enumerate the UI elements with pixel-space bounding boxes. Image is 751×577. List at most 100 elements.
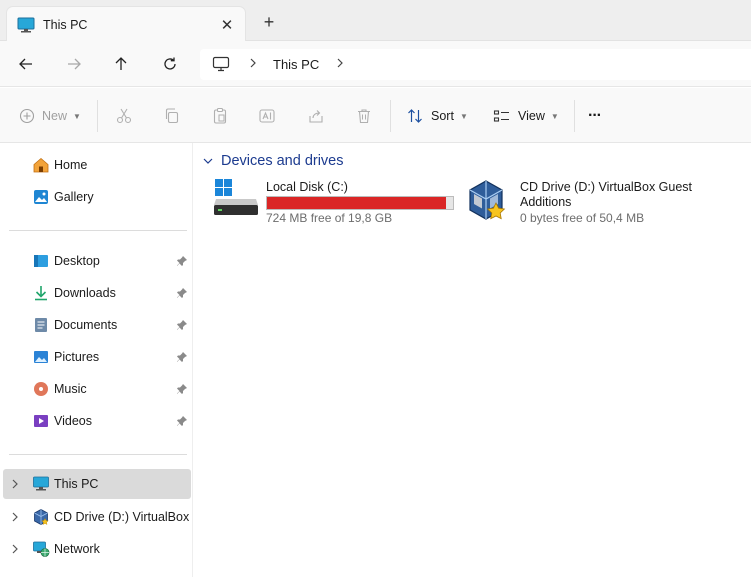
divider [390, 100, 391, 132]
divider [97, 100, 98, 132]
up-button[interactable] [108, 51, 134, 77]
up-arrow-icon [115, 57, 127, 70]
drive-usage-bar [266, 196, 454, 210]
sidebar-item-label: This PC [54, 477, 99, 491]
rename-icon [259, 109, 275, 123]
chevron-right-icon[interactable] [9, 478, 21, 490]
sidebar-item-pictures[interactable]: Pictures [0, 342, 193, 372]
sidebar-item-network[interactable]: Network [0, 534, 193, 564]
breadcrumb-chevron-icon[interactable] [335, 57, 345, 72]
virtualbox-cd-icon [469, 180, 506, 220]
pin-icon[interactable] [176, 287, 188, 299]
back-arrow-icon [19, 58, 32, 70]
drive-name-line-2: Additions [520, 195, 572, 209]
tab-title: This PC [43, 18, 88, 32]
tab-this-pc[interactable]: This PC ✕ [6, 6, 246, 41]
sidebar-item-this-pc[interactable]: This PC [3, 469, 191, 499]
sidebar-item-label: Pictures [54, 350, 100, 364]
copy-button[interactable] [163, 104, 181, 128]
forward-button[interactable] [61, 51, 87, 77]
sidebar-item-videos[interactable]: Videos [0, 406, 193, 436]
sort-label: Sort [431, 109, 454, 123]
clipboard-icon [213, 107, 227, 124]
navigation-pane: Home Gallery Desktop Downloads Documents [0, 143, 193, 577]
sidebar-item-label: Home [54, 158, 88, 172]
drive-free-space: 0 bytes free of 50,4 MB [520, 211, 645, 225]
sidebar-item-documents[interactable]: Documents [0, 310, 193, 340]
tab-close-icon[interactable]: ✕ [216, 14, 238, 36]
more-options-button[interactable]: ··· [588, 104, 602, 128]
delete-button[interactable] [355, 104, 373, 128]
paste-button[interactable] [211, 104, 229, 128]
pin-icon[interactable] [176, 415, 188, 427]
back-button[interactable] [13, 51, 39, 77]
sidebar-item-label: CD Drive (D:) VirtualBox Guest Additions [54, 510, 189, 524]
refresh-button[interactable] [157, 51, 183, 77]
view-list-icon [493, 110, 509, 122]
pin-icon[interactable] [176, 351, 188, 363]
sidebar-item-label: Network [54, 542, 100, 556]
desktop-icon [34, 255, 48, 267]
home-icon [33, 157, 49, 173]
computer-icon [212, 56, 230, 72]
sort-icon [408, 109, 422, 123]
sidebar-item-label: Videos [54, 414, 92, 428]
network-icon [33, 541, 50, 557]
cut-button[interactable] [115, 104, 133, 128]
chevron-down-icon: ▼ [550, 111, 559, 121]
gallery-icon [34, 190, 48, 204]
tab-strip: This PC ✕ + [0, 0, 751, 41]
scissors-icon [116, 108, 132, 124]
sort-button[interactable]: Sort ▼ [406, 104, 468, 128]
breadcrumb-chevron-icon[interactable] [248, 57, 258, 72]
command-bar: New ▼ Sort ▼ View ▼ ··· [0, 88, 751, 143]
downloads-icon [35, 286, 47, 301]
navigation-bar: This PC [0, 41, 751, 87]
copy-icon [165, 108, 179, 124]
chevron-right-icon[interactable] [9, 543, 21, 555]
pin-icon[interactable] [176, 383, 188, 395]
chevron-down-icon: ▼ [73, 111, 81, 121]
refresh-icon [164, 57, 176, 70]
drive-name: Local Disk (C:) [266, 180, 348, 194]
view-label: View [518, 109, 545, 123]
sidebar-item-label: Desktop [54, 254, 100, 268]
sidebar-item-label: Gallery [54, 190, 94, 204]
sidebar-item-home[interactable]: Home [0, 150, 193, 180]
drive-usage-fill [267, 197, 447, 209]
sidebar-item-cd-drive[interactable]: CD Drive (D:) VirtualBox Guest Additions [0, 502, 193, 532]
pin-icon[interactable] [176, 319, 188, 331]
sidebar-item-desktop[interactable]: Desktop [0, 246, 193, 276]
drive-free-space: 724 MB free of 19,8 GB [266, 211, 393, 225]
rename-button[interactable] [258, 104, 276, 128]
pin-icon[interactable] [176, 255, 188, 267]
sidebar-item-label: Music [54, 382, 87, 396]
view-button[interactable]: View ▼ [493, 104, 559, 128]
divider [574, 100, 575, 132]
new-button[interactable]: New ▼ [19, 104, 81, 128]
this-pc-icon [33, 476, 49, 491]
pictures-icon [34, 351, 48, 363]
new-label: New [42, 109, 68, 123]
new-tab-button[interactable]: + [259, 12, 279, 32]
drive-tile-cd-drive[interactable]: CD Drive (D:) VirtualBox Guest Additions… [464, 143, 751, 243]
chevron-right-icon[interactable] [9, 511, 21, 523]
chevron-down-icon: ▼ [459, 111, 468, 121]
share-icon [309, 110, 323, 123]
music-icon [34, 382, 48, 396]
sidebar-item-gallery[interactable]: Gallery [0, 182, 193, 212]
sidebar-item-label: Documents [54, 318, 118, 332]
sidebar-item-downloads[interactable]: Downloads [0, 278, 193, 308]
share-button[interactable] [307, 104, 325, 128]
videos-icon [34, 415, 48, 427]
drive-tile-local-disk[interactable]: Local Disk (C:) 724 MB free of 19,8 GB [194, 143, 464, 243]
hard-drive-icon [214, 179, 258, 215]
plus-circle-icon [19, 108, 35, 124]
breadcrumb-this-pc[interactable]: This PC [273, 57, 319, 72]
sidebar-item-music[interactable]: Music [0, 374, 193, 404]
address-bar[interactable]: This PC [200, 49, 751, 80]
virtualbox-icon [34, 509, 49, 525]
divider [9, 230, 187, 231]
drive-name: CD Drive (D:) VirtualBox Guest [520, 180, 693, 194]
trash-icon [358, 109, 370, 124]
